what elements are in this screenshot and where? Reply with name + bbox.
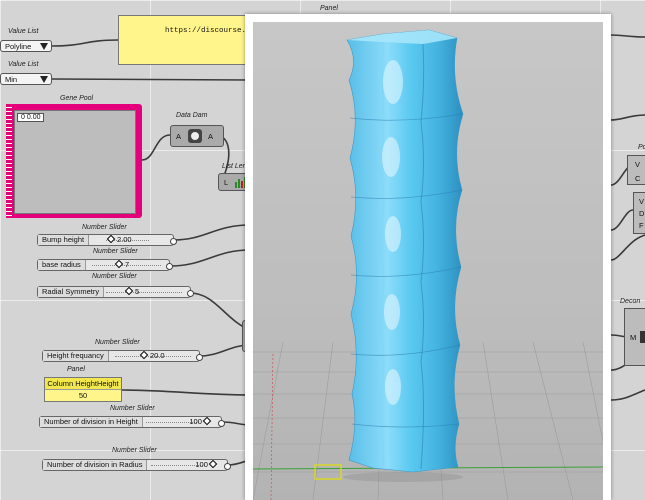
right-comp-input-c[interactable]: C <box>635 174 640 183</box>
output-grip[interactable] <box>166 263 173 270</box>
slider-title: Number Slider <box>92 273 137 280</box>
viewport-scene[interactable] <box>253 22 603 500</box>
slider-handle-icon[interactable] <box>139 350 149 360</box>
url-text: https://discourse.m <box>165 27 251 35</box>
panel-title: Panel <box>67 366 85 373</box>
gene-pool-title: Gene Pool <box>60 95 94 102</box>
slider-label: Number of division in Radius <box>43 460 148 470</box>
data-dam-title: Data Dam <box>176 112 208 119</box>
value-list-title: Value List <box>8 61 39 68</box>
slider-value: 2.00 <box>117 235 132 244</box>
slider-value-wrap[interactable]: 100 <box>195 459 219 470</box>
gene-pool-value[interactable]: 0 0.00 <box>17 113 45 122</box>
output-grip[interactable] <box>170 238 177 245</box>
slider-handle-icon[interactable] <box>106 234 116 244</box>
right-component-2[interactable]: V D F <box>633 192 645 234</box>
slider-bump-height[interactable]: Bump height 2.00 <box>37 234 177 246</box>
rhino-viewport[interactable] <box>245 14 611 500</box>
slider-division-radius[interactable]: Number of division in Radius 100 <box>42 459 231 471</box>
column-panel-value: 50 <box>78 391 88 400</box>
slider-value: 5 <box>135 287 140 296</box>
data-dam-icon <box>188 129 202 143</box>
value-list-selected: Polyline <box>5 42 32 51</box>
slider-title: Number Slider <box>95 339 140 346</box>
output-grip[interactable] <box>187 290 194 297</box>
gene-pool-body: 0 0.00 <box>14 110 136 214</box>
slider-value-wrap[interactable]: 5 <box>124 286 140 297</box>
decon-title: Decon <box>620 298 641 305</box>
decon-input-m[interactable]: M <box>630 333 636 342</box>
data-dam-output[interactable]: A <box>208 132 213 141</box>
slider-label: Height frequancy <box>43 351 109 361</box>
grasshopper-canvas[interactable]: Value List Polyline Value List Min Panel… <box>0 0 645 500</box>
slider-height-frequency[interactable]: Height frequancy 20.0 <box>42 350 203 362</box>
slider-value: 100 <box>195 460 208 469</box>
panel-title: Panel <box>320 5 338 12</box>
slider-handle-icon[interactable] <box>202 416 212 426</box>
slider-title: Number Slider <box>93 248 138 255</box>
list-length-title: List Len <box>222 163 247 170</box>
gene-pool-number: 0.00 <box>26 114 41 121</box>
slider-base-radius[interactable]: base radius 7 <box>37 259 173 271</box>
url-panel[interactable]: https://discourse.m <box>118 15 258 65</box>
list-length-input[interactable]: L <box>224 178 228 187</box>
column-panel-header: Column HeightHeight <box>45 378 121 390</box>
column-render <box>253 29 603 500</box>
value-list-min[interactable]: Min <box>0 73 52 85</box>
data-dam-input[interactable]: A <box>176 132 181 141</box>
column-height-panel[interactable]: Column HeightHeight 50 <box>44 377 122 402</box>
deconstruct-component[interactable]: M <box>624 308 645 366</box>
slider-radial-symmetry[interactable]: Radial Symmetry 5 <box>37 286 194 298</box>
value-list-title: Value List <box>8 28 39 35</box>
gene-pool-edge <box>6 104 12 218</box>
slider-title: Number Slider <box>82 224 127 231</box>
slider-handle-icon[interactable] <box>114 259 124 269</box>
slider-label: Radial Symmetry <box>38 287 105 297</box>
dropdown-arrow-icon[interactable] <box>40 76 48 83</box>
data-dam-component[interactable]: A A <box>170 125 224 147</box>
slider-value: 20.0 <box>150 351 165 360</box>
output-grip[interactable] <box>218 420 225 427</box>
gene-pool-index: 0 <box>21 114 25 121</box>
slider-value-wrap[interactable]: 20.0 <box>139 350 165 361</box>
slider-value-wrap[interactable]: 2.00 <box>106 234 132 245</box>
slider-value-wrap[interactable]: 7 <box>114 259 130 270</box>
slider-label: Bump height <box>38 235 90 245</box>
output-grip[interactable] <box>196 354 203 361</box>
slider-value-wrap[interactable]: 100 <box>189 416 213 427</box>
slider-title: Number Slider <box>110 405 155 412</box>
right-comp-input-v[interactable]: V <box>635 160 640 169</box>
slider-title: Number Slider <box>112 447 157 454</box>
slider-label: Number of division in Height <box>40 417 143 427</box>
value-list-selected: Min <box>5 75 18 84</box>
slider-value: 7 <box>125 260 130 269</box>
column-mesh <box>346 29 464 473</box>
slider-value: 100 <box>189 417 202 426</box>
gene-pool[interactable]: 0 0.00 <box>6 104 142 218</box>
right-comp-title: Po <box>638 144 645 151</box>
decon-icon <box>640 331 645 343</box>
slider-division-height[interactable]: Number of division in Height 100 <box>39 416 225 428</box>
right-component-1[interactable]: V C <box>627 155 645 185</box>
slider-label: base radius <box>38 260 86 270</box>
slider-handle-icon[interactable] <box>124 286 134 296</box>
slider-track[interactable] <box>106 292 182 293</box>
value-list-polyline[interactable]: Polyline <box>0 40 52 52</box>
slider-handle-icon[interactable] <box>208 459 218 469</box>
dropdown-arrow-icon[interactable] <box>40 43 48 50</box>
output-grip[interactable] <box>224 463 231 470</box>
